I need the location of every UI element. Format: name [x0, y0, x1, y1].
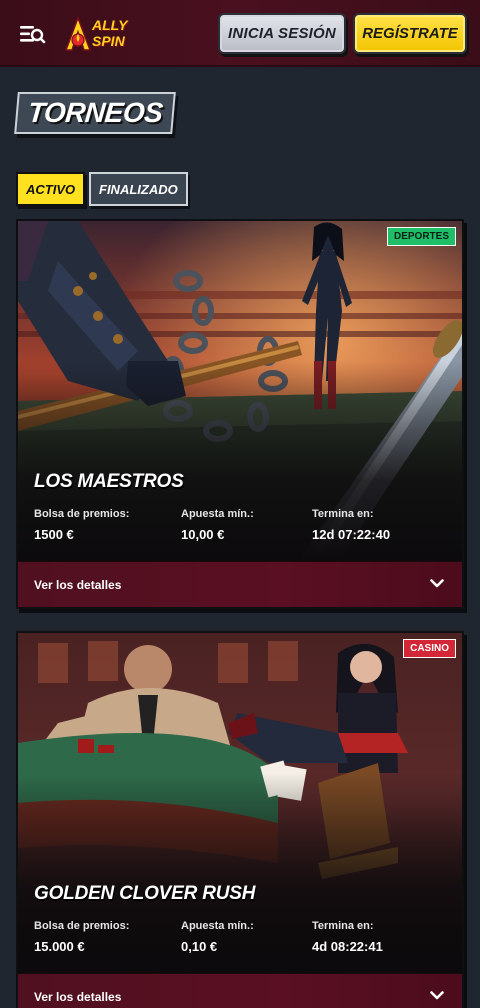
menu-search-icon[interactable] — [18, 20, 46, 48]
chevron-down-icon — [430, 991, 444, 1000]
ally-spin-logo[interactable]: ALLY SPIN — [64, 15, 130, 53]
chevron-down-icon — [430, 579, 444, 588]
details-label: Ver los detalles — [34, 990, 122, 1004]
tournament-image: CASINO GOLDEN CLOVER RUSH Bolsa de premi… — [18, 633, 462, 973]
details-toggle[interactable]: Ver los detalles — [18, 561, 462, 607]
details-toggle[interactable]: Ver los detalles — [18, 973, 462, 1008]
min-bet-label: Apuesta mín.: — [181, 508, 254, 520]
prize-pool-label: Bolsa de premios: — [34, 920, 130, 932]
logo-line-1: ALLY — [92, 17, 128, 33]
login-button[interactable]: INICIA SESIÓN — [218, 13, 346, 54]
prize-pool-value: 1500 € — [34, 527, 74, 542]
page-title: TORNEOS — [14, 92, 177, 134]
tournament-title: LOS MAESTROS — [34, 471, 184, 492]
min-bet-value: 0,10 € — [181, 939, 218, 954]
register-button[interactable]: REGÍSTRATE — [353, 13, 467, 54]
tab-finished[interactable]: FINALIZADO — [89, 172, 188, 206]
ends-in-label: Termina en: — [312, 920, 374, 932]
ends-in-label: Termina en: — [312, 508, 374, 520]
page-title-text: TORNEOS — [26, 97, 164, 128]
logo-mark-icon — [64, 16, 92, 51]
tab-active[interactable]: ACTIVO — [16, 172, 86, 206]
logo-line-2: SPIN — [92, 33, 125, 49]
ends-in-value: 4d 08:22:41 — [312, 939, 383, 954]
tournament-image: DEPORTES LOS MAESTROS Bolsa de premios: … — [18, 221, 462, 561]
category-badge: CASINO — [403, 639, 456, 658]
prize-pool-label: Bolsa de premios: — [34, 508, 130, 520]
min-bet-label: Apuesta mín.: — [181, 920, 254, 932]
prize-pool-value: 15.000 € — [34, 939, 85, 954]
tournament-card[interactable]: DEPORTES LOS MAESTROS Bolsa de premios: … — [16, 219, 464, 609]
tournament-card[interactable]: CASINO GOLDEN CLOVER RUSH Bolsa de premi… — [16, 631, 464, 1008]
top-header: ALLY SPIN INICIA SESIÓN REGÍSTRATE — [0, 0, 480, 67]
ends-in-value: 12d 07:22:40 — [312, 527, 391, 542]
category-badge: DEPORTES — [386, 227, 456, 246]
min-bet-value: 10,00 € — [181, 527, 225, 542]
tournament-title: GOLDEN CLOVER RUSH — [34, 883, 256, 904]
details-label: Ver los detalles — [34, 578, 122, 592]
